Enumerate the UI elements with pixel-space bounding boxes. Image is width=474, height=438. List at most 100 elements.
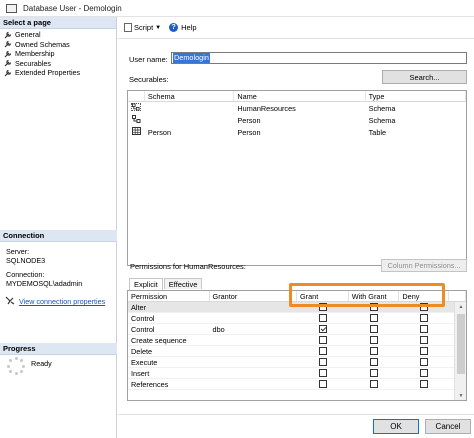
view-connection-link[interactable]: View connection properties bbox=[19, 297, 105, 306]
grant-checkbox[interactable] bbox=[318, 336, 327, 344]
securable-row[interactable]: HumanResources Schema bbox=[128, 102, 466, 114]
col-grant[interactable]: Grant bbox=[297, 291, 349, 301]
securable-name: Person bbox=[237, 127, 261, 137]
deny-checkbox[interactable] bbox=[420, 336, 429, 344]
with-grant-checkbox[interactable] bbox=[370, 380, 379, 388]
deny-checkbox[interactable] bbox=[420, 347, 429, 355]
col-type[interactable]: Type bbox=[366, 91, 466, 101]
script-label: Script bbox=[134, 23, 154, 32]
user-name-label: User name: bbox=[129, 55, 168, 64]
permissions-grid: Permission Grantor Grant With Grant Deny… bbox=[127, 290, 467, 401]
col-schema[interactable]: Schema bbox=[145, 91, 235, 101]
wrench-icon bbox=[4, 50, 12, 58]
cancel-button[interactable]: Cancel bbox=[425, 419, 471, 434]
deny-checkbox[interactable] bbox=[420, 358, 429, 366]
chevron-down-icon: ▼ bbox=[155, 24, 162, 31]
help-label: Help bbox=[181, 23, 197, 32]
col-deny[interactable]: Deny bbox=[399, 291, 450, 301]
permission-row[interactable]: Control dbo bbox=[128, 324, 466, 335]
col-grantor[interactable]: Grantor bbox=[210, 291, 297, 301]
window-title: Database User - Demologin bbox=[23, 3, 122, 13]
page-list: General Owned Schemas Membership Securables… bbox=[0, 29, 116, 78]
with-grant-checkbox[interactable] bbox=[370, 369, 379, 377]
permission-name: Execute bbox=[131, 357, 158, 367]
search-button[interactable]: Search... bbox=[382, 70, 467, 84]
page-item-membership[interactable]: Membership bbox=[4, 49, 116, 59]
connection-label: Connection: bbox=[6, 270, 45, 279]
progress-info: Ready bbox=[7, 357, 52, 375]
with-grant-checkbox[interactable] bbox=[370, 336, 379, 344]
progress-spinner-icon bbox=[7, 357, 25, 375]
with-grant-checkbox[interactable] bbox=[370, 347, 379, 355]
ok-button[interactable]: OK bbox=[373, 419, 419, 434]
server-label: Server: bbox=[6, 247, 30, 256]
securable-schema: Person bbox=[147, 127, 172, 137]
page-item-general[interactable]: General bbox=[4, 30, 116, 40]
permission-name: Insert bbox=[131, 368, 150, 378]
deny-checkbox[interactable] bbox=[420, 380, 429, 388]
deny-checkbox[interactable] bbox=[420, 325, 429, 333]
securable-name: Person bbox=[237, 115, 261, 125]
permissions-header: Permission Grantor Grant With Grant Deny bbox=[128, 291, 466, 302]
grant-checkbox[interactable] bbox=[318, 369, 327, 377]
permission-grantor bbox=[210, 313, 297, 324]
securables-header: Schema Name Type bbox=[128, 91, 466, 102]
column-permissions-button[interactable]: Column Permissions... bbox=[381, 259, 467, 272]
schema-icon bbox=[131, 115, 141, 123]
page-item-extended-properties[interactable]: Extended Properties bbox=[4, 68, 116, 78]
help-button[interactable]: ? Help bbox=[169, 23, 197, 32]
user-name-value: Demologin bbox=[173, 53, 210, 63]
col-with-grant[interactable]: With Grant bbox=[349, 291, 400, 301]
window-icon bbox=[6, 3, 17, 13]
securable-row[interactable]: Person Schema bbox=[128, 114, 466, 126]
permission-grantor: dbo bbox=[212, 324, 225, 334]
grant-checkbox[interactable] bbox=[318, 380, 327, 388]
user-name-input[interactable]: Demologin bbox=[171, 52, 467, 64]
with-grant-checkbox[interactable] bbox=[370, 358, 379, 366]
with-grant-checkbox[interactable] bbox=[370, 325, 379, 333]
securable-row[interactable]: Person Person Table bbox=[128, 126, 466, 138]
page-item-owned-schemas[interactable]: Owned Schemas bbox=[4, 40, 116, 50]
wrench-icon bbox=[4, 40, 12, 48]
permission-row[interactable]: Create sequence bbox=[128, 335, 466, 346]
securable-type: Table bbox=[368, 127, 387, 137]
page-item-label: Extended Properties bbox=[15, 68, 81, 77]
deny-checkbox[interactable] bbox=[420, 369, 429, 377]
scroll-down-icon[interactable]: ▼ bbox=[455, 391, 466, 400]
permission-row[interactable]: Control bbox=[128, 313, 466, 324]
permission-row[interactable]: Insert bbox=[128, 368, 466, 379]
page-item-securables[interactable]: Securables bbox=[4, 59, 116, 69]
connection-properties-icon bbox=[5, 296, 15, 307]
securable-type: Schema bbox=[368, 103, 396, 113]
with-grant-checkbox[interactable] bbox=[370, 303, 379, 311]
permission-grantor bbox=[210, 335, 297, 346]
tab-explicit[interactable]: Explicit bbox=[129, 278, 163, 290]
tab-effective[interactable]: Effective bbox=[163, 278, 203, 289]
connection-header: Connection bbox=[0, 230, 117, 242]
permission-name: Create sequence bbox=[131, 335, 187, 345]
connection-info: Server: SQLNODE3 Connection: MYDEMOSQL\a… bbox=[6, 247, 82, 288]
grant-checkbox[interactable] bbox=[318, 358, 327, 366]
scroll-up-icon[interactable]: ▲ bbox=[455, 302, 466, 312]
col-name[interactable]: Name bbox=[234, 91, 366, 101]
script-button[interactable]: Script ▼ bbox=[124, 23, 161, 32]
page-item-label: Securables bbox=[15, 58, 51, 68]
permission-row[interactable]: Execute bbox=[128, 357, 466, 368]
with-grant-checkbox[interactable] bbox=[370, 314, 379, 322]
grant-checkbox[interactable] bbox=[318, 314, 327, 322]
permissions-scrollbar[interactable]: ▲ ▼ bbox=[454, 302, 466, 400]
grant-checkbox[interactable] bbox=[318, 303, 327, 311]
permission-row[interactable]: Delete bbox=[128, 346, 466, 357]
deny-checkbox[interactable] bbox=[420, 303, 429, 311]
view-connection-properties[interactable]: View connection properties bbox=[5, 296, 105, 307]
footer-divider bbox=[118, 414, 474, 415]
permission-row[interactable]: Alter bbox=[128, 302, 466, 313]
securable-type: Schema bbox=[368, 115, 396, 125]
scrollbar-thumb[interactable] bbox=[457, 314, 465, 374]
permission-row[interactable]: References bbox=[128, 379, 466, 390]
col-permission[interactable]: Permission bbox=[128, 291, 210, 301]
deny-checkbox[interactable] bbox=[420, 314, 429, 322]
grant-checkbox[interactable] bbox=[318, 325, 327, 333]
wrench-icon bbox=[4, 69, 12, 77]
grant-checkbox[interactable] bbox=[318, 347, 327, 355]
